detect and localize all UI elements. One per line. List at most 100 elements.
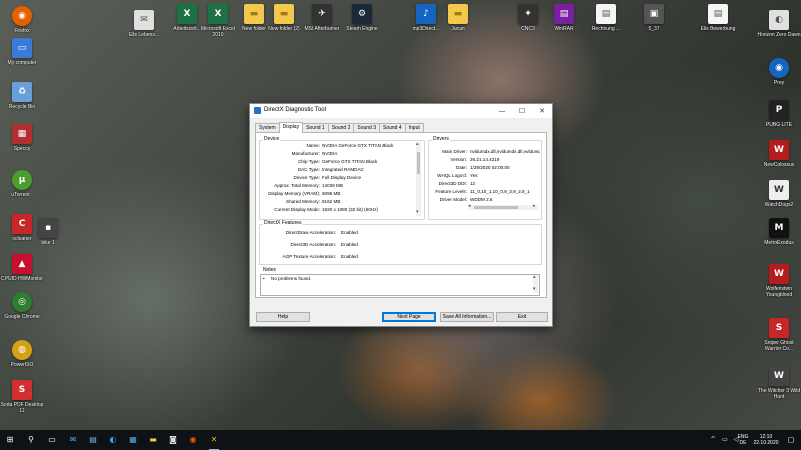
desktop-icon-wolfenstein-youngblood[interactable]: W Wolfenstein Youngblood xyxy=(757,264,801,298)
desktop-icon-firefox[interactable]: ◉ Firefox xyxy=(0,6,44,34)
desktop-icon-steam-engine[interactable]: ⚙ Steam Engine xyxy=(340,4,384,32)
edge-icon[interactable]: ◐ xyxy=(106,433,120,447)
driver-value[interactable]: Yes xyxy=(470,172,478,180)
file-explorer-icon[interactable]: ▬ xyxy=(146,433,160,447)
notes-item: • No problems found. xyxy=(263,275,463,283)
desktop-icon-chrome[interactable]: ◎ Google Chrome xyxy=(0,292,44,320)
device-key: Device Type: xyxy=(293,175,320,180)
driver-row: Date: 1/29/2020 02:00:00 xyxy=(430,164,540,172)
firefox-icon: ◉ xyxy=(12,6,32,26)
desktop-icon-my-computer[interactable]: ▭ My computer xyxy=(0,38,44,66)
device-row: Device Type: Full Display Device xyxy=(260,174,416,182)
maximize-button[interactable]: ☐ xyxy=(512,104,532,118)
scroll-thumb[interactable] xyxy=(417,152,420,174)
device-value[interactable]: GeForce GTX TITAN Black xyxy=(322,158,377,166)
device-value[interactable]: NVIDIA xyxy=(322,150,337,158)
desktop-icon-pubg-lite[interactable]: P PUBG LITE xyxy=(757,100,801,128)
desktop-icon-label: Elis Bewerbung xyxy=(700,26,736,32)
notes-text: No problems found. xyxy=(271,276,312,281)
tab-sound-2[interactable]: Sound 2 xyxy=(327,123,355,132)
desktop-icon-winrar[interactable]: ▤ WinRAR xyxy=(542,4,586,32)
notes-scrollbar[interactable]: ▴ ▾ xyxy=(533,274,538,293)
driver-value[interactable]: 11_0,10_1,10_0,9_3,9_2,9_1 xyxy=(470,188,530,196)
start-windows-icon[interactable]: ⊞ xyxy=(3,433,17,447)
firefox-icon[interactable]: ◉ xyxy=(186,433,200,447)
close-button[interactable]: ✕ xyxy=(532,104,552,118)
scroll-thumb[interactable] xyxy=(474,206,518,209)
tab-input[interactable]: Input xyxy=(404,123,424,132)
scroll-right-icon[interactable]: ▸ xyxy=(533,203,536,209)
driver-value[interactable]: 1/29/2020 02:00:00 xyxy=(470,164,510,172)
desktop-icon-elis-lebens[interactable]: ✉ Elis Lebens... xyxy=(122,10,166,38)
desktop-icon-elis-bewerbung[interactable]: ▤ Elis Bewerbung xyxy=(696,4,740,32)
region-code: DE xyxy=(739,440,747,446)
desktop-icon-rechnung[interactable]: ▤ Rechnung ... xyxy=(584,4,628,32)
desktop-icon-metro-exodus[interactable]: M MetroExodus xyxy=(757,218,801,246)
scroll-down-icon[interactable]: ▾ xyxy=(533,286,536,292)
language-indicator[interactable]: ENG DE xyxy=(736,434,750,446)
device-value[interactable]: NVIDIA GeForce GTX TITAN Black xyxy=(322,142,394,150)
driver-value[interactable]: WDDM 2.6 xyxy=(470,196,492,204)
desktop-icon-label: Elis Lebens... xyxy=(128,32,160,38)
desktop-icon-watchdogs2[interactable]: W WatchDogs2 xyxy=(757,180,801,208)
driver-value[interactable]: 26.21.14.4219 xyxy=(470,156,499,164)
device-value[interactable]: 6096 MB xyxy=(322,190,340,198)
store-icon[interactable]: ▦ xyxy=(126,433,140,447)
tab-sound-1[interactable]: Sound 1 xyxy=(302,123,329,132)
search-icon[interactable]: ⚲ xyxy=(24,433,38,447)
chrome-icon: ◎ xyxy=(12,292,32,312)
desktop-icon-hwmonitor[interactable]: ▲ CPUID HWMonitor xyxy=(0,254,44,282)
excel-icon: X xyxy=(208,4,228,24)
tab-display[interactable]: Display xyxy=(278,122,304,133)
device-value[interactable]: Integrated RAMDAC xyxy=(322,166,364,174)
tab-system[interactable]: System xyxy=(255,123,280,132)
tab-sound-4[interactable]: Sound 4 xyxy=(379,123,406,132)
taskbar: ⊞ ⚲ ▭ ✉ ▤ ◐ ▦ ▬ ◙ ◉ ✕ ^ ▭ ◁ ENG DE 12:10… xyxy=(0,430,801,450)
minimize-button[interactable]: — xyxy=(492,104,512,118)
desktop-icon-utorrent[interactable]: µ uTorrent - xyxy=(0,170,44,198)
device-value[interactable]: 14038 MB xyxy=(322,182,343,190)
feature-value: Enabled xyxy=(341,254,358,259)
save-all-information-button[interactable]: Save All Information... xyxy=(440,312,494,322)
next-page-button[interactable]: Next Page xyxy=(382,312,436,322)
scroll-up-icon[interactable]: ▴ xyxy=(533,274,536,280)
desktop-icon-prey[interactable]: ◉ Prey xyxy=(757,58,801,86)
desktop-icon-witcher-3[interactable]: W The Witcher 3 Wild Hunt xyxy=(757,366,801,400)
mail-icon[interactable]: ✉ xyxy=(66,433,80,447)
driver-value[interactable]: nvldumdx.dll,nvldumdx.dll,nvldumdx.c xyxy=(470,148,540,156)
tab-sound-3[interactable]: Sound 3 xyxy=(353,123,380,132)
device-scrollbar[interactable]: ▴ ▾ xyxy=(416,141,421,216)
desktop-icon-speccy[interactable]: ▦ Speccy xyxy=(0,124,44,152)
desktop-icon-bike[interactable]: ▪ bike 1 xyxy=(26,218,70,246)
exit-button[interactable]: Exit xyxy=(496,312,548,322)
desktop-icon-poweriso[interactable]: ◍ PowerISO xyxy=(0,340,44,368)
desktop-icon-recycle-bin[interactable]: ♻ Recycle Bin xyxy=(0,82,44,110)
title-bar[interactable]: DirectX Diagnostic Tool — ☐ ✕ xyxy=(250,104,552,118)
scroll-left-icon[interactable]: ◂ xyxy=(468,203,471,209)
notification-icon[interactable]: ▢ xyxy=(784,433,798,447)
calculator-icon[interactable]: ▤ xyxy=(86,433,100,447)
desktop-icon-horizon-zero-dawn[interactable]: ◐ Horizon Zero Dawn xyxy=(757,10,801,38)
desktop-icon-soda-pdf[interactable]: S Soda PDF Desktop 11 xyxy=(0,380,44,414)
bag-icon[interactable]: ◙ xyxy=(166,433,180,447)
drivers-hscrollbar[interactable]: ◂ ▸ xyxy=(468,203,538,210)
device-value[interactable]: Full Display Device xyxy=(322,174,361,182)
clock[interactable]: 12:10 22.10.2020 xyxy=(752,434,780,446)
notes-box[interactable]: • No problems found. xyxy=(260,274,540,296)
desktop-icon-sniper-ghost-warrior[interactable]: S Sniper Ghost Warrior Co... xyxy=(757,318,801,352)
desktop-icon-newcolossus[interactable]: W NewColossus xyxy=(757,140,801,168)
desktop-icon-5-37[interactable]: ▣ 5_37 xyxy=(632,4,676,32)
dxdiag-taskbar-icon[interactable]: ✕ xyxy=(207,433,221,450)
scroll-up-icon[interactable]: ▴ xyxy=(416,141,419,147)
help-button[interactable]: Help xyxy=(256,312,310,322)
task-view-icon[interactable]: ▭ xyxy=(45,433,59,447)
desktop-icon-jucan[interactable]: ▬ Jucan xyxy=(436,4,480,32)
recycle-bin-icon: ♻ xyxy=(12,82,32,102)
desktop-icon-msi-afterburner[interactable]: ✈ MSI Afterburner xyxy=(300,4,344,32)
driver-row: WHQL Logo'd: Yes xyxy=(430,172,540,180)
driver-value[interactable]: 12 xyxy=(470,180,475,188)
device-value[interactable]: 8162 MB xyxy=(322,198,340,206)
scroll-down-icon[interactable]: ▾ xyxy=(416,209,419,215)
device-value[interactable]: 1920 x 1080 (32 bit) (60Hz) xyxy=(322,206,378,214)
horizon-icon: ◐ xyxy=(769,10,789,30)
